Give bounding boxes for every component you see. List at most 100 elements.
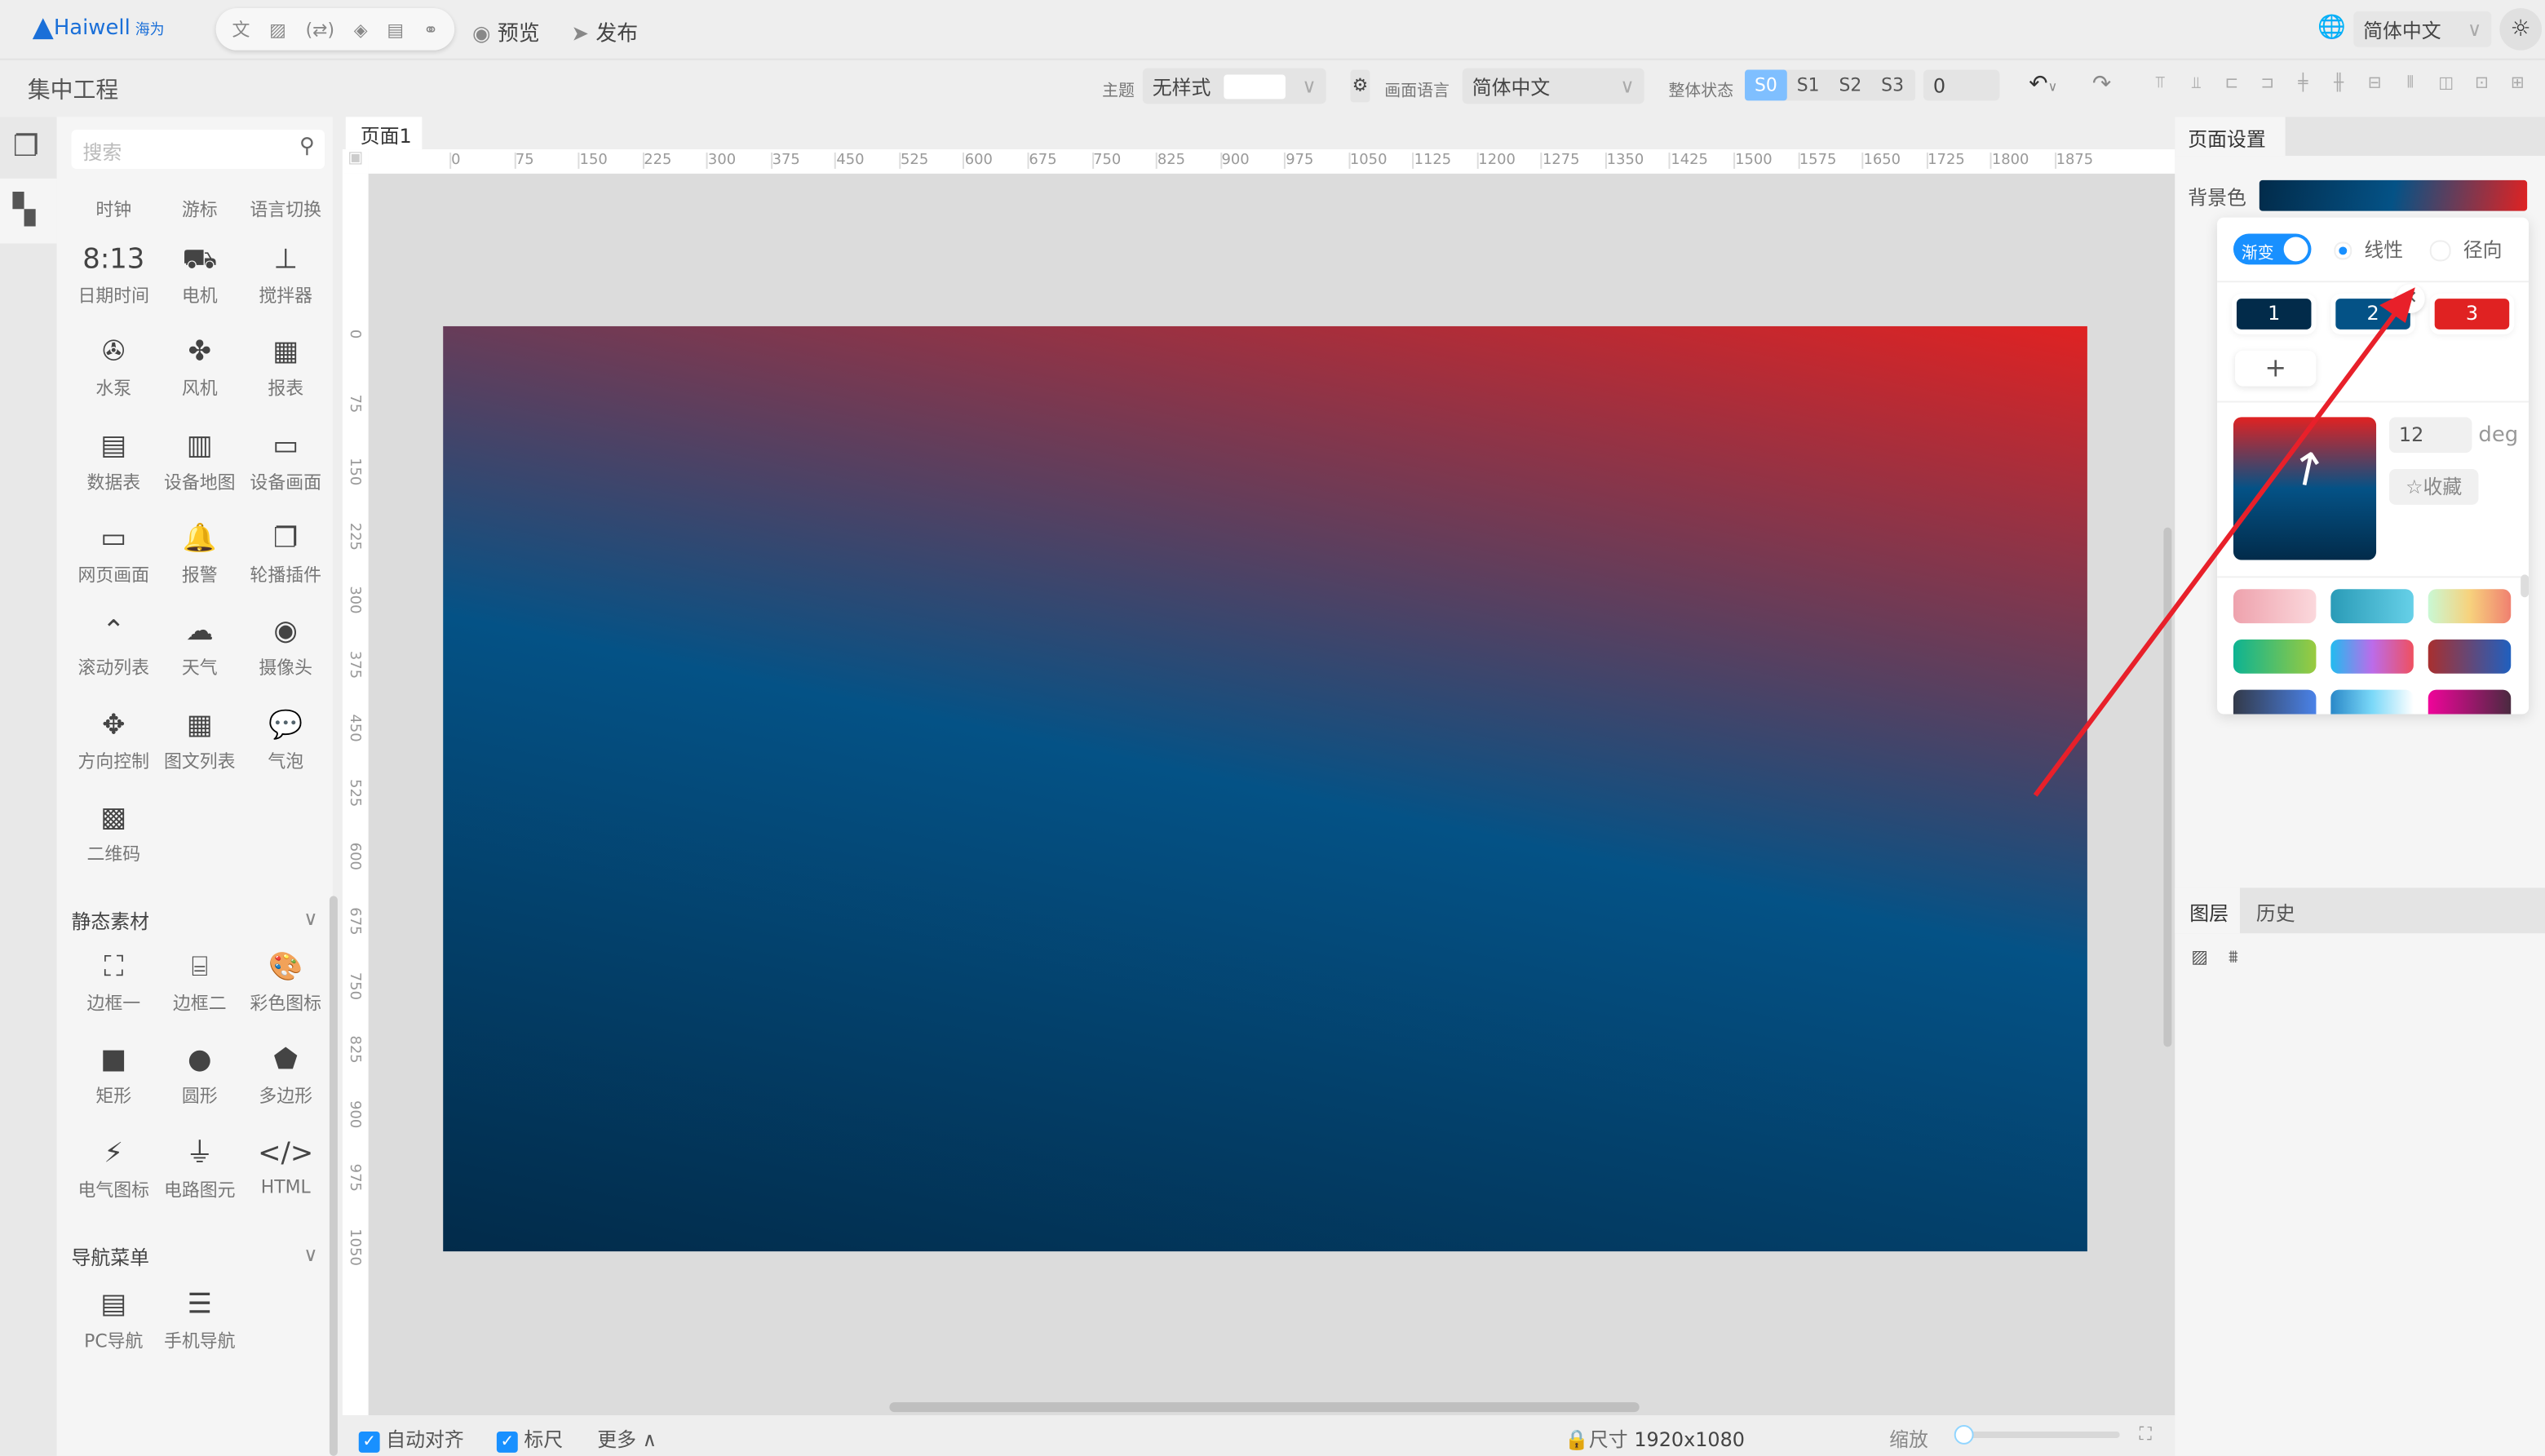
pages-icon[interactable]: ❐	[13, 130, 39, 164]
angle-preview[interactable]: ↑	[2233, 417, 2377, 560]
canvas-area[interactable]	[368, 173, 2175, 1416]
same-size-icon[interactable]: ⊞	[2499, 75, 2535, 93]
search-input[interactable]: 搜索 ⚲	[71, 130, 325, 169]
horizontal-scrollbar[interactable]	[889, 1402, 1640, 1413]
component-item[interactable]: ▦ 报表	[241, 334, 329, 401]
component-item[interactable]: ▭ 网页画面	[70, 521, 157, 588]
same-width-icon[interactable]: ◫	[2428, 75, 2464, 93]
component-item[interactable]: ☰ 手机导航	[156, 1287, 243, 1354]
tab-layers[interactable]: 图层	[2175, 887, 2240, 934]
layers-icon[interactable]: ◈	[354, 19, 368, 40]
align-vcenter-icon[interactable]: ╫	[2321, 75, 2357, 93]
state-s1-button[interactable]: S1	[1787, 70, 1830, 101]
bg-color-picker[interactable]	[2259, 179, 2528, 211]
chevron-down-icon[interactable]: ∨	[303, 1243, 318, 1266]
component-item[interactable]: ✇ 水泵	[70, 334, 157, 401]
image-icon[interactable]: ▨	[2191, 946, 2208, 967]
linear-radio[interactable]: 线性	[2334, 236, 2403, 263]
component-tab[interactable]: 时钟	[70, 197, 157, 223]
page-canvas[interactable]	[443, 325, 2087, 1252]
state-s3-button[interactable]: S3	[1871, 70, 1914, 101]
angle-input[interactable]: 12	[2388, 417, 2472, 454]
translate-icon[interactable]: 文	[232, 16, 250, 42]
language-select[interactable]: 简体中文 ∨	[2353, 11, 2492, 47]
component-item[interactable]: ⛶ 边框一	[70, 949, 157, 1016]
tab-page-settings[interactable]: 页面设置	[2175, 117, 2286, 157]
search-icon[interactable]: ⚲	[299, 135, 315, 159]
gradient-stop-1[interactable]: 1	[2236, 299, 2312, 330]
align-top-icon[interactable]: ⫪	[2143, 75, 2179, 93]
chevron-down-icon[interactable]: ∨	[303, 907, 318, 930]
undo-icon[interactable]: ↶∨	[2029, 72, 2057, 98]
zoom-slider-handle[interactable]	[1954, 1425, 1974, 1445]
component-item[interactable]: ◉ 摄像头	[241, 614, 329, 681]
preset-gradient-swatch[interactable]	[2233, 589, 2317, 624]
component-item[interactable]: ▦ 图文列表	[156, 707, 243, 774]
more-button[interactable]: 更多 ∧	[597, 1425, 657, 1453]
component-item[interactable]: ❐ 轮播插件	[241, 521, 329, 588]
state-s2-button[interactable]: S2	[1830, 70, 1872, 101]
component-item[interactable]: ☁ 天气	[156, 614, 243, 681]
same-height-icon[interactable]: ⊡	[2464, 75, 2500, 93]
fit-view-icon[interactable]: ▣	[342, 149, 369, 174]
component-item[interactable]: ✥ 方向控制	[70, 707, 157, 774]
component-tab[interactable]: 语言切换	[241, 197, 329, 223]
favorite-button[interactable]: ☆收藏	[2388, 469, 2479, 505]
gear-icon[interactable]: ⚙	[1350, 69, 1370, 103]
tab-history[interactable]: 历史	[2256, 899, 2295, 927]
static-section-header[interactable]: 静态素材	[72, 907, 150, 935]
component-item[interactable]: 💬 气泡	[241, 707, 329, 774]
radial-radio[interactable]: 径向	[2429, 236, 2503, 263]
canvas-language-select[interactable]: 简体中文 ∨	[1462, 68, 1644, 104]
theme-select[interactable]: 无样式 ∨	[1142, 68, 1326, 104]
panel-scrollbar[interactable]	[329, 896, 338, 1456]
distribute-v-icon[interactable]: ⫴	[2392, 75, 2428, 93]
hierarchy-icon[interactable]: ⩩	[2229, 946, 2238, 969]
component-item[interactable]: ✤ 风机	[156, 334, 243, 401]
component-item[interactable]: ⬟ 多边形	[241, 1042, 329, 1109]
component-item[interactable]: ● 圆形	[156, 1042, 243, 1109]
preset-gradient-swatch[interactable]	[2233, 689, 2317, 715]
tab-page1[interactable]: 页面1	[345, 117, 423, 150]
component-item[interactable]: ▤ 数据表	[70, 427, 157, 494]
preset-gradient-swatch[interactable]	[2330, 639, 2414, 674]
component-item[interactable]: ▥ 设备地图	[156, 427, 243, 494]
globe-icon[interactable]: 🌐	[2317, 15, 2346, 41]
component-item[interactable]: ⚡ 电气图标	[70, 1135, 157, 1202]
component-tab[interactable]: 游标	[156, 197, 243, 223]
image-icon[interactable]: ▨	[269, 19, 286, 40]
ruler-checkbox[interactable]: ✓ 标尺	[496, 1425, 563, 1453]
component-item[interactable]: ▩ 二维码	[70, 800, 157, 867]
remove-stop-close-icon[interactable]: ✕	[2395, 284, 2425, 314]
preset-gradient-swatch[interactable]	[2330, 589, 2414, 624]
preset-gradient-swatch[interactable]	[2233, 639, 2317, 674]
component-item[interactable]: 🔔 报警	[156, 521, 243, 588]
preview-button[interactable]: ◉ 预览	[472, 16, 540, 47]
align-left-icon[interactable]: ⊏	[2214, 75, 2250, 93]
gradient-stop-3[interactable]: 3	[2434, 299, 2510, 330]
preset-gradient-swatch[interactable]	[2330, 689, 2414, 715]
state-input[interactable]: 0	[1923, 69, 2000, 101]
preset-gradient-swatch[interactable]	[2428, 689, 2512, 715]
angle-arrow-icon[interactable]: ↑	[2283, 440, 2331, 500]
component-item[interactable]: ⛟ 电机	[156, 241, 243, 308]
vertical-scrollbar[interactable]	[2163, 527, 2172, 1047]
components-icon[interactable]: ▚	[13, 193, 36, 228]
document-icon[interactable]: ▤	[387, 19, 404, 40]
component-item[interactable]: 🎨 彩色图标	[241, 949, 329, 1016]
state-s0-button[interactable]: S0	[1745, 69, 1787, 101]
auto-align-checkbox[interactable]: ✓ 自动对齐	[358, 1425, 464, 1453]
component-item[interactable]: </> HTML	[241, 1135, 329, 1197]
nav-section-header[interactable]: 导航菜单	[72, 1243, 150, 1271]
redo-icon[interactable]: ↷	[2092, 72, 2111, 98]
component-item[interactable]: ⏚ 电路图元	[156, 1135, 243, 1202]
component-item[interactable]: 8:13 日期时间	[70, 241, 157, 308]
add-stop-button[interactable]: +	[2234, 350, 2317, 387]
component-item[interactable]: ⌸ 边框二	[156, 949, 243, 1016]
link-icon[interactable]: ⚭	[423, 19, 438, 40]
preset-gradient-swatch[interactable]	[2428, 639, 2512, 674]
component-item[interactable]: ▤ PC导航	[70, 1287, 157, 1354]
component-item[interactable]: ⌃ 滚动列表	[70, 614, 157, 681]
theme-toggle-sun-icon[interactable]: ☼	[2499, 7, 2543, 51]
align-right-icon[interactable]: ⊐	[2250, 75, 2286, 93]
